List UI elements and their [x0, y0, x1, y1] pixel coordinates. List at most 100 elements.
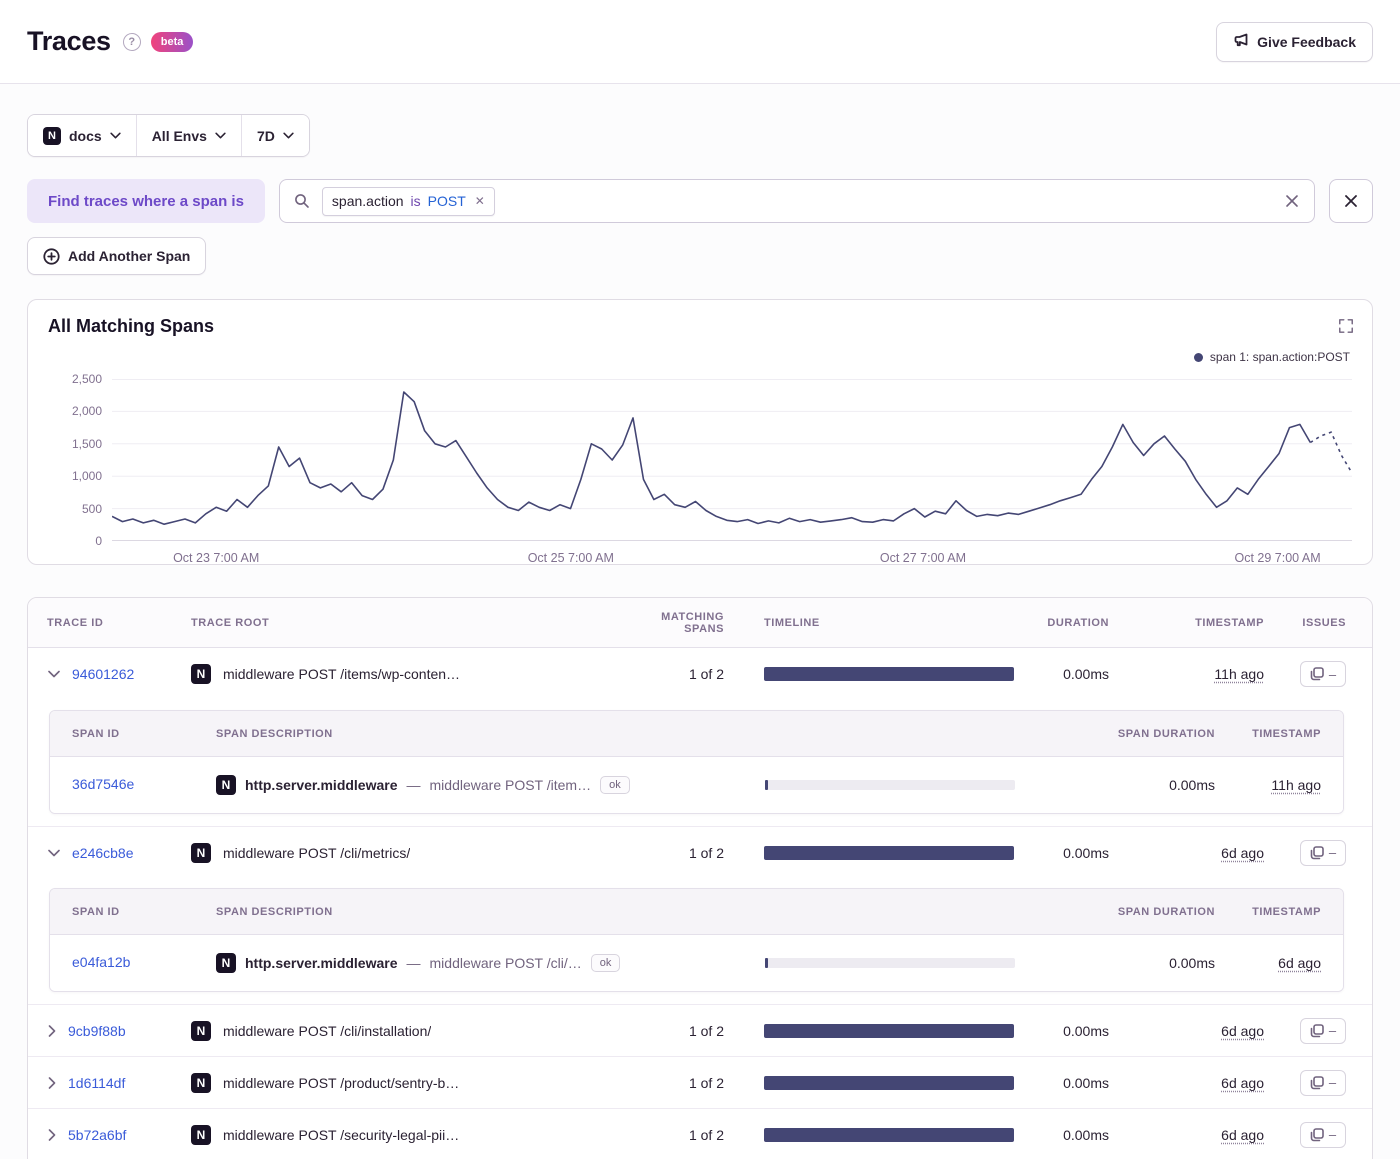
issues-button[interactable]: –	[1300, 1069, 1346, 1096]
span-id-link[interactable]: 36d7546e	[72, 776, 134, 792]
y-tick: 0	[95, 534, 102, 548]
issues-button[interactable]: –	[1300, 1121, 1346, 1148]
chart-plot[interactable]: Oct 23 7:00 AM Oct 25 7:00 AM Oct 27 7:0…	[112, 379, 1352, 571]
token-key: span.action	[331, 193, 404, 209]
span-timestamp-value[interactable]: 11h ago	[1271, 777, 1321, 793]
issues-stack-icon	[1310, 1023, 1324, 1037]
y-axis: 2,500 2,000 1,500 1,000 500 0	[48, 373, 112, 547]
nextjs-platform-icon: N	[216, 953, 236, 973]
span-row[interactable]: 36d7546e N http.server.middleware — midd…	[50, 757, 1343, 813]
x-tick: Oct 27 7:00 AM	[879, 551, 967, 565]
table-row[interactable]: 94601262 N middleware POST /items/wp-con…	[28, 648, 1372, 700]
span-id-link[interactable]: e04fa12b	[72, 954, 130, 970]
span-status-badge: ok	[600, 776, 630, 794]
timeline-bar[interactable]	[764, 845, 1014, 860]
y-tick: 2,000	[71, 404, 102, 418]
col-span-description: Span Description	[216, 905, 333, 918]
all-matching-spans-panel: All Matching Spans span 1: span.action:P…	[27, 299, 1373, 565]
series-line-dashed-tail	[1310, 432, 1352, 473]
y-tick: 1,500	[71, 437, 102, 451]
duration-value: 0.00ms	[1063, 1022, 1109, 1039]
table-row[interactable]: 5b72a6bf N middleware POST /security-leg…	[28, 1108, 1372, 1159]
token-value: POST	[427, 193, 466, 209]
chevron-right-icon[interactable]	[48, 1024, 56, 1037]
token-remove-icon[interactable]: ✕	[473, 194, 485, 208]
col-span-duration: Span Duration	[1117, 905, 1215, 918]
issues-stack-icon	[1310, 667, 1324, 681]
issues-button[interactable]: –	[1300, 661, 1346, 687]
date-range-selector[interactable]: 7D	[240, 115, 309, 156]
col-trace-root: Trace Root	[191, 616, 270, 629]
page-filters: N docs All Envs 7D	[27, 114, 310, 157]
date-range-label: 7D	[256, 127, 275, 144]
span-timestamp-value[interactable]: 6d ago	[1278, 955, 1321, 971]
environment-selector[interactable]: All Envs	[135, 115, 241, 156]
fullscreen-icon[interactable]	[1338, 318, 1354, 339]
x-tick: Oct 23 7:00 AM	[173, 551, 260, 565]
span-row[interactable]: e04fa12b N http.server.middleware — midd…	[50, 935, 1343, 991]
trace-root-label: middleware POST /cli/installation/	[223, 1022, 432, 1039]
separator-dash: —	[406, 955, 421, 971]
timestamp-value[interactable]: 6d ago	[1221, 1023, 1264, 1039]
span-timeline-bar[interactable]	[765, 780, 1015, 790]
chevron-down-icon[interactable]	[48, 670, 60, 678]
matching-spans-count: 1 of 2	[688, 1074, 724, 1091]
traces-table: Trace ID Trace Root Matching Spans Timel…	[27, 597, 1373, 1159]
table-row[interactable]: 9cb9f88b N middleware POST /cli/installa…	[28, 1004, 1372, 1056]
duration-value: 0.00ms	[1063, 844, 1109, 861]
trace-id-link[interactable]: 1d6114df	[68, 1075, 125, 1091]
x-tick: Oct 25 7:00 AM	[527, 551, 614, 565]
table-row[interactable]: 1d6114df N middleware POST /product/sent…	[28, 1056, 1372, 1108]
span-search-input[interactable]: span.action is POST ✕	[278, 179, 1315, 223]
chevron-right-icon[interactable]	[48, 1076, 56, 1089]
trace-id-link[interactable]: 94601262	[72, 666, 134, 682]
add-another-span-button[interactable]: Add Another Span	[27, 237, 207, 275]
nextjs-platform-icon: N	[191, 1124, 211, 1145]
y-tick: 2,500	[71, 372, 102, 386]
chevron-down-icon	[215, 132, 226, 139]
x-tick: Oct 29 7:00 AM	[1234, 551, 1321, 565]
span-status-badge: ok	[590, 954, 621, 972]
remove-span-filter-button[interactable]	[1329, 179, 1373, 223]
give-feedback-button[interactable]: Give Feedback	[1216, 21, 1373, 62]
issues-button[interactable]: –	[1300, 1017, 1346, 1044]
legend-label: span 1: span.action:POST	[1209, 350, 1350, 364]
project-selector[interactable]: N docs	[28, 115, 136, 156]
timestamp-value[interactable]: 6d ago	[1221, 1127, 1264, 1143]
y-tick: 500	[81, 502, 102, 516]
trace-id-link[interactable]: e246cb8e	[72, 845, 134, 861]
plus-circle-icon	[43, 247, 60, 265]
give-feedback-label: Give Feedback	[1257, 33, 1356, 50]
span-duration-value: 0.00ms	[1169, 777, 1215, 793]
timeline-bar[interactable]	[764, 667, 1014, 681]
timestamp-value[interactable]: 6d ago	[1221, 1075, 1264, 1091]
matching-spans-count: 1 of 2	[688, 1022, 724, 1039]
y-tick: 1,000	[71, 469, 102, 483]
nextjs-platform-icon: N	[216, 775, 236, 795]
matching-spans-count: 1 of 2	[688, 844, 724, 861]
chart-title: All Matching Spans	[48, 316, 215, 336]
chevron-down-icon	[283, 132, 294, 139]
issues-empty-dash: –	[1328, 845, 1337, 860]
table-row[interactable]: e246cb8e N middleware POST /cli/metrics/…	[28, 826, 1372, 878]
search-token[interactable]: span.action is POST ✕	[321, 186, 495, 216]
issues-button[interactable]: –	[1300, 839, 1346, 866]
timestamp-value[interactable]: 6d ago	[1221, 845, 1264, 861]
span-subtable: Span ID Span Description Span Duration T…	[49, 710, 1344, 814]
filter-bar: N docs All Envs 7D	[27, 114, 1373, 157]
chevron-down-icon[interactable]	[48, 849, 60, 857]
trace-id-link[interactable]: 9cb9f88b	[68, 1023, 126, 1039]
timestamp-value[interactable]: 11h ago	[1214, 666, 1264, 682]
span-search-row: Find traces where a span is span.action …	[27, 179, 1373, 223]
clear-search-icon[interactable]	[1284, 193, 1300, 209]
timeline-bar[interactable]	[764, 1127, 1014, 1142]
trace-root-label: middleware POST /items/wp-conten…	[223, 666, 461, 682]
span-timeline-bar[interactable]	[765, 958, 1015, 968]
span-description-label: middleware POST /cli/…	[429, 955, 582, 971]
help-icon[interactable]: ?	[122, 32, 141, 51]
chevron-right-icon[interactable]	[48, 1128, 56, 1141]
trace-id-link[interactable]: 5b72a6bf	[68, 1127, 126, 1143]
timeline-bar[interactable]	[764, 1023, 1014, 1038]
span-op-label: http.server.middleware	[245, 955, 398, 971]
timeline-bar[interactable]	[764, 1075, 1014, 1090]
